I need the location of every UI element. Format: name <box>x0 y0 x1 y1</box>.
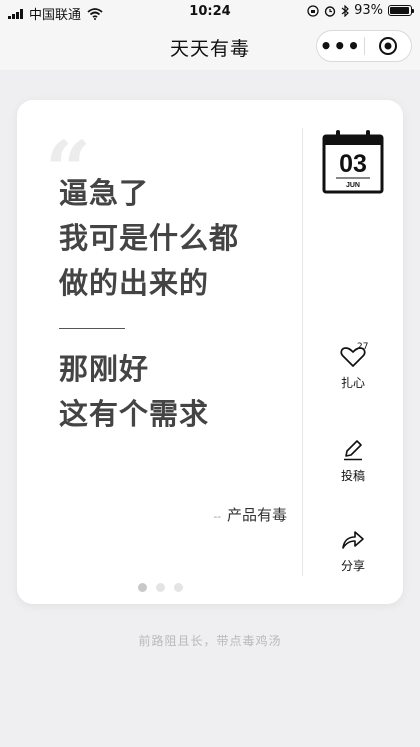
like-button[interactable]: 27 扎心 <box>331 342 375 391</box>
submit-button[interactable]: 投稿 <box>331 439 375 484</box>
calendar-day: 03 <box>339 150 367 178</box>
card-vertical-divider <box>302 128 303 576</box>
author-dash: -- <box>213 510 221 523</box>
orientation-lock-icon <box>307 4 319 17</box>
battery-icon <box>388 5 414 16</box>
pagination-dots <box>138 583 183 592</box>
like-label: 扎心 <box>340 376 365 390</box>
quote-author: -- 产品有毒 <box>214 504 287 525</box>
more-button[interactable]: ••• <box>317 31 364 61</box>
pagination-dot[interactable] <box>138 583 147 592</box>
share-button[interactable]: 分享 <box>331 529 375 574</box>
quote-divider <box>59 328 125 329</box>
quote-line: 做的出来的 <box>59 266 210 300</box>
quote-card[interactable]: “ 逼急了 我可是什么都 做的出来的 那刚好 这有个需求 -- 产品有毒 03 J… <box>17 100 403 604</box>
pagination-dot[interactable] <box>174 583 183 592</box>
footer-slogan: 前路阻且长，带点毒鸡汤 <box>138 634 282 648</box>
alarm-icon <box>324 5 336 17</box>
quote-line: 逼急了 <box>59 176 150 210</box>
close-button[interactable] <box>365 36 412 56</box>
mini-program-capsule: ••• <box>316 30 412 62</box>
quote-line: 我可是什么都 <box>59 221 240 255</box>
quote-line: 这有个需求 <box>59 397 210 431</box>
nav-bar: 天天有毒 ••• <box>0 24 420 70</box>
status-right: 93% <box>307 3 414 18</box>
share-label: 分享 <box>340 559 365 573</box>
submit-label: 投稿 <box>340 469 365 483</box>
pagination-dot[interactable] <box>156 583 165 592</box>
quote-line: 那刚好 <box>59 352 150 386</box>
share-arrow-icon <box>342 531 364 549</box>
target-close-icon <box>378 37 397 55</box>
battery-percent: 93% <box>354 3 383 18</box>
like-count: 27 <box>357 342 369 352</box>
bluetooth-icon <box>341 4 349 17</box>
author-name: 产品有毒 <box>226 506 287 524</box>
pencil-icon <box>344 440 362 461</box>
calendar-month: JUN <box>346 182 360 189</box>
status-bar: 中国联通 10:24 93% <box>0 0 420 24</box>
battery-level <box>390 7 409 14</box>
calendar-icon: 03 JUN <box>322 130 384 194</box>
